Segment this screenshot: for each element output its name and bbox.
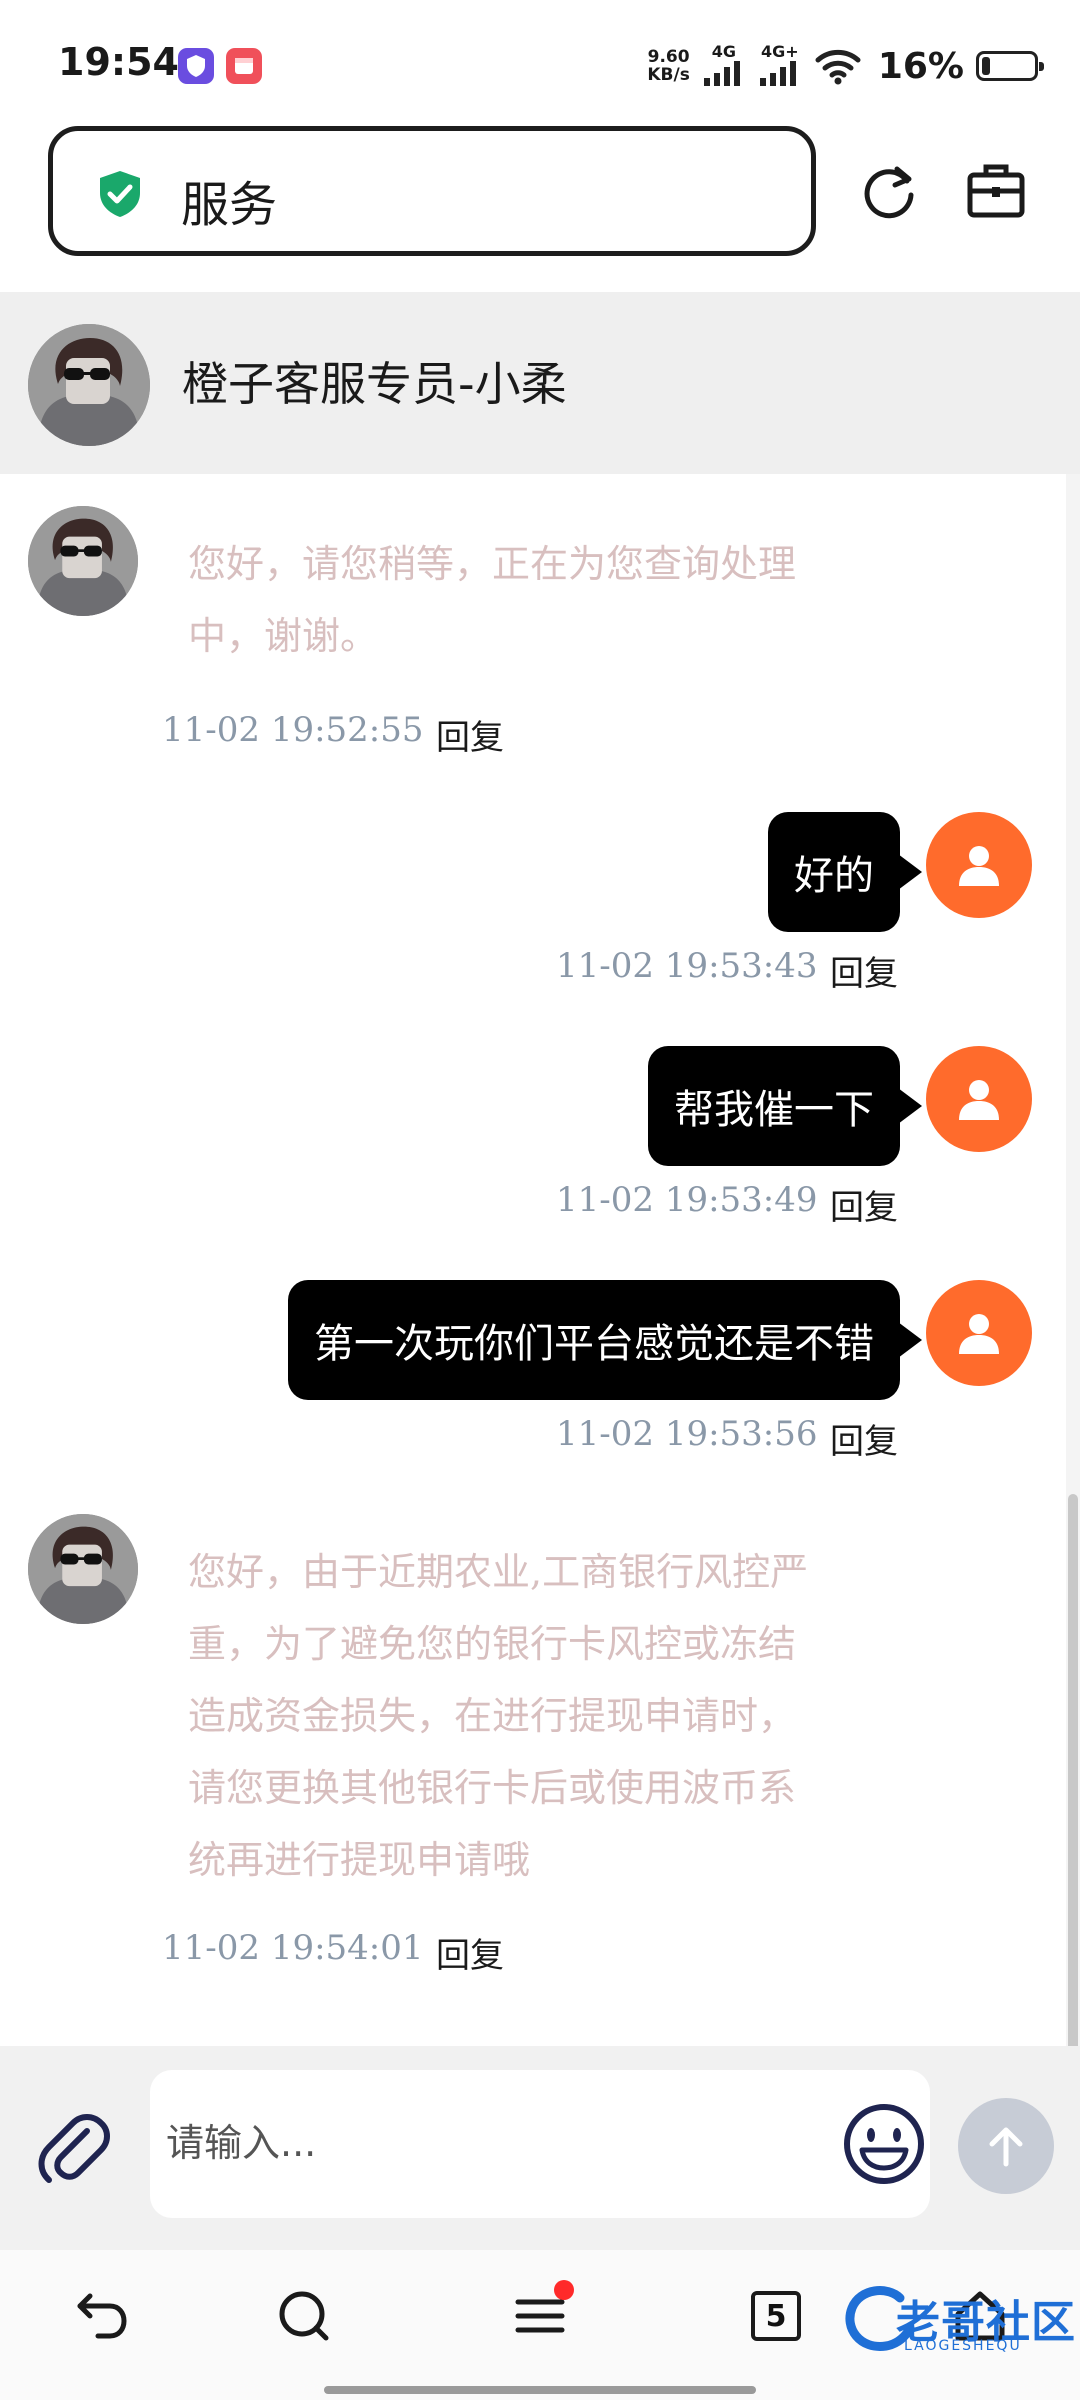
menu-button[interactable] (500, 2276, 580, 2356)
back-arrow-icon (77, 2293, 127, 2339)
security-shield-icon (100, 171, 140, 217)
battery-level-fill (982, 57, 990, 75)
user-avatar[interactable] (926, 1046, 1032, 1152)
outgoing-message-bubble: 好的 (768, 812, 922, 932)
message-timestamp: 11-02 19:54:01 (162, 1928, 424, 1968)
outgoing-message-text: 第一次玩你们平台感觉还是不错 (314, 1321, 874, 1367)
watermark-logo: 老哥社区 LAOGESHEQU (838, 2280, 1078, 2366)
message-input-container[interactable] (150, 2070, 930, 2218)
person-icon (959, 846, 999, 886)
home-indicator[interactable] (324, 2386, 756, 2394)
attach-button[interactable] (30, 2104, 120, 2194)
outgoing-message-bubble: 帮我催一下 (648, 1046, 922, 1166)
reply-link[interactable]: 回复 (436, 1928, 504, 1977)
message-timestamp: 11-02 19:53:49 (556, 1180, 818, 1220)
outgoing-message-bubble: 第一次玩你们平台感觉还是不错 (288, 1280, 922, 1400)
chat-scrollbar-thumb[interactable] (1068, 1494, 1078, 2054)
send-button[interactable] (958, 2098, 1054, 2194)
agent-avatar[interactable] (28, 324, 150, 446)
tab-count: 5 (751, 2291, 801, 2341)
tabs-button[interactable]: 5 (736, 2276, 816, 2356)
chat-area[interactable]: 您好，请您稍等，正在为您查询处理 中，谢谢。 11-02 19:52:55 回复… (0, 474, 1080, 2054)
reply-link[interactable]: 回复 (436, 710, 504, 759)
user-avatar[interactable] (926, 1280, 1032, 1386)
bottom-nav: 5 老哥社区 LAOGESHEQU (0, 2250, 1080, 2400)
refresh-button[interactable] (848, 150, 930, 232)
agent-avatar[interactable] (28, 506, 138, 616)
net-speed: 9.60 KB/s (647, 47, 690, 85)
person-icon (959, 1314, 999, 1354)
message-timestamp: 11-02 19:52:55 (162, 710, 424, 750)
incoming-message-text: 您好，请您稍等，正在为您查询处理 中，谢谢。 (188, 542, 797, 658)
agent-header: 橙子客服专员-小柔 (0, 292, 1080, 474)
search-icon (279, 2291, 329, 2341)
paperclip-icon (38, 2114, 110, 2183)
back-button[interactable] (62, 2276, 142, 2356)
search-button[interactable] (264, 2276, 344, 2356)
arrow-up-icon (989, 2127, 1023, 2167)
message-input[interactable] (166, 2110, 806, 2176)
outgoing-message-text: 帮我催一下 (674, 1087, 874, 1133)
battery-icon (976, 51, 1044, 81)
shield-app-icon (178, 48, 214, 84)
incoming-message-text: 您好，由于近期农业,工商银行风控严 重，为了避免您的银行卡风控或冻结 造成资金损… (188, 1550, 809, 1882)
agent-name: 橙子客服专员-小柔 (182, 357, 567, 411)
signal-4g-icon: 4G (702, 44, 746, 88)
address-text: 服务 (181, 177, 278, 233)
briefcase-icon (967, 164, 1025, 218)
status-bar: 19:54 9.60 KB/s 4G 4G+ 16% (0, 0, 1080, 130)
message-timestamp: 11-02 19:53:43 (556, 946, 818, 986)
user-avatar[interactable] (926, 812, 1032, 918)
reply-link[interactable]: 回复 (830, 1180, 898, 1229)
chat-scrollbar[interactable] (1066, 474, 1080, 2054)
address-bar[interactable]: 服务 (48, 126, 816, 256)
outgoing-message-text: 好的 (794, 853, 874, 899)
status-time: 19:54 (58, 40, 179, 84)
battery-percent: 16% (877, 45, 964, 87)
composer-bar (0, 2046, 1080, 2250)
watermark-subtext: LAOGESHEQU (904, 2338, 1022, 2354)
reply-link[interactable]: 回复 (830, 946, 898, 995)
signal-4g-plus-icon: 4G+ (758, 44, 802, 88)
message-timestamp: 11-02 19:53:56 (556, 1414, 818, 1454)
refresh-icon (864, 166, 914, 219)
smile-icon[interactable] (840, 2100, 928, 2188)
reply-link[interactable]: 回复 (830, 1414, 898, 1463)
toolbox-button[interactable] (955, 150, 1037, 232)
agent-avatar[interactable] (28, 1514, 138, 1624)
wifi-icon (815, 49, 861, 85)
notification-dot (554, 2280, 574, 2300)
person-icon (959, 1080, 999, 1120)
calendar-app-icon (226, 48, 262, 84)
status-indicators: 9.60 KB/s 4G 4G+ 16% (647, 40, 1044, 92)
